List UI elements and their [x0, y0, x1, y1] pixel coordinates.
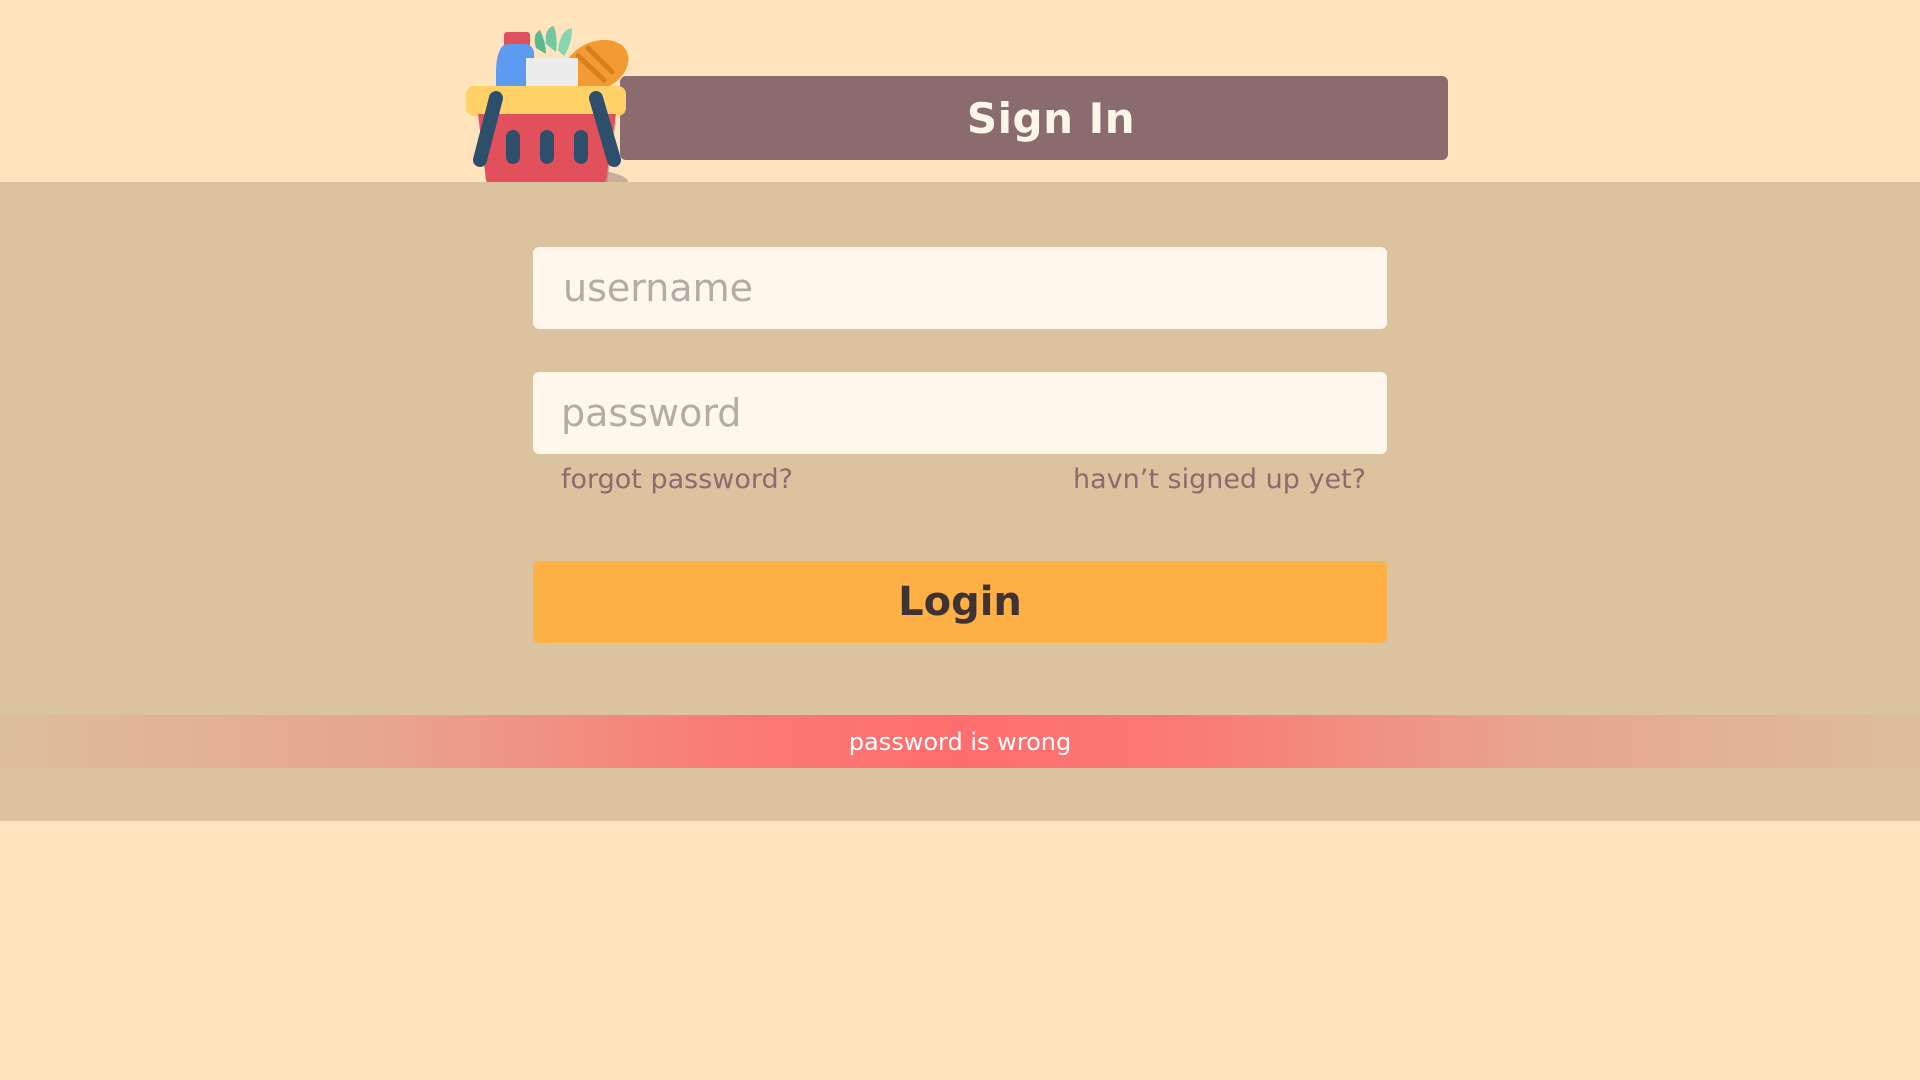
login-button[interactable]: Login: [533, 561, 1387, 643]
login-form-band: forgot password? havn’t signed up yet? L…: [0, 182, 1920, 821]
page-title: Sign In: [966, 93, 1136, 143]
username-input[interactable]: [533, 247, 1387, 329]
password-input[interactable]: [533, 372, 1387, 454]
header-bar: Sign In: [620, 76, 1448, 160]
signup-link[interactable]: havn’t signed up yet?: [1073, 464, 1366, 495]
forgot-password-link[interactable]: forgot password?: [561, 464, 793, 495]
error-message: password is wrong: [848, 727, 1072, 756]
error-banner: password is wrong: [0, 715, 1920, 768]
sign-in-page: Sign In forgot password? havn’t signe: [0, 0, 1920, 1080]
grocery-basket-icon: [466, 26, 629, 198]
